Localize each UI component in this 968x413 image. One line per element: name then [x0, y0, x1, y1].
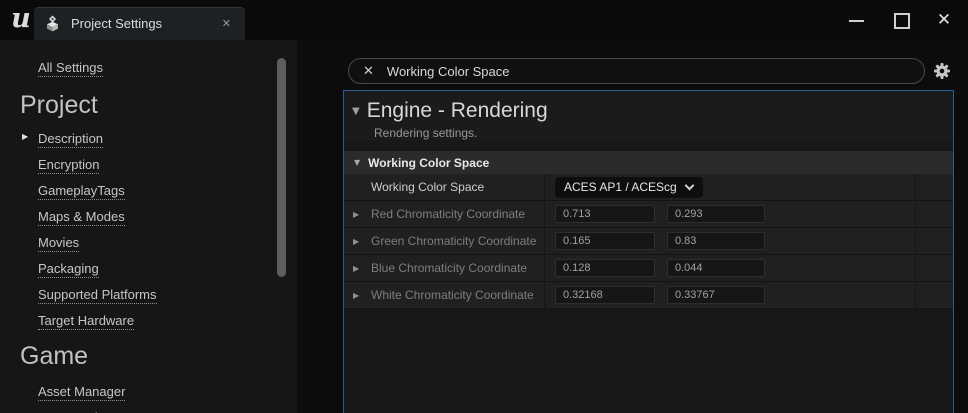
settings-gear-icon[interactable] — [933, 62, 951, 80]
expander-icon[interactable]: ▶ — [353, 237, 363, 246]
property-label: White Chromaticity Coordinate — [371, 288, 534, 302]
dropdown-selected-value: ACES AP1 / ACEScg — [564, 180, 677, 194]
sidebar-scrollbar[interactable] — [277, 58, 286, 277]
category-label: Working Color Space — [368, 156, 489, 170]
sidebar-item-description[interactable]: Description — [38, 131, 103, 148]
settings-group-header: ▼ Engine - Rendering Rendering settings. — [344, 91, 953, 140]
sidebar-item-packaging[interactable]: Packaging — [38, 261, 99, 278]
white-y-field[interactable] — [667, 286, 765, 304]
tab-close-icon[interactable]: ✕ — [218, 15, 235, 32]
sidebar-item-all-settings[interactable]: All Settings — [38, 60, 103, 77]
maximize-button[interactable] — [880, 0, 920, 40]
working-color-space-dropdown[interactable]: ACES AP1 / ACEScg — [555, 177, 703, 198]
expander-icon[interactable]: ▶ — [353, 210, 363, 219]
search-input[interactable] — [387, 64, 914, 79]
tab-project-settings[interactable]: Project Settings ✕ — [34, 7, 245, 40]
chevron-down-icon — [684, 180, 694, 190]
group-subtitle: Rendering settings. — [374, 126, 943, 140]
category-working-color-space[interactable]: ▼ Working Color Space — [344, 150, 953, 174]
selected-item-arrow-icon: ▶ — [22, 129, 28, 145]
row-end-spacer — [915, 174, 953, 200]
group-title: Engine - Rendering — [367, 99, 548, 123]
expander-icon[interactable]: ▶ — [353, 291, 363, 300]
sidebar-item-gameplaytags[interactable]: GameplayTags — [38, 183, 125, 200]
blue-y-field[interactable] — [667, 259, 765, 277]
close-icon: ✕ — [924, 0, 964, 40]
clear-search-icon[interactable]: ✕ — [363, 64, 374, 79]
settings-panel: ▼ Engine - Rendering Rendering settings.… — [343, 90, 954, 413]
row-end-spacer — [915, 255, 953, 281]
sidebar-item-encryption[interactable]: Encryption — [38, 157, 99, 174]
project-settings-window: u Project Settings ✕ ✕ All Settings — [0, 0, 968, 413]
minimize-button[interactable] — [836, 0, 876, 40]
close-button[interactable]: ✕ — [924, 0, 964, 40]
sidebar-item-maps-modes[interactable]: Maps & Modes — [38, 209, 125, 226]
titlebar: u Project Settings ✕ ✕ — [0, 0, 968, 40]
settings-sidebar: All Settings Project ▶ Description Encry… — [0, 40, 297, 413]
property-row-blue-chromaticity: ▶ Blue Chromaticity Coordinate — [344, 255, 953, 282]
sidebar-item-supported-platforms[interactable]: Supported Platforms — [38, 287, 157, 304]
row-end-spacer — [915, 201, 953, 227]
category-collapse-caret-icon[interactable]: ▼ — [354, 158, 360, 167]
property-row-green-chromaticity: ▶ Green Chromaticity Coordinate — [344, 228, 953, 255]
blue-x-field[interactable] — [555, 259, 655, 277]
row-end-spacer — [915, 228, 953, 254]
unreal-engine-logo-icon: u — [7, 2, 35, 36]
red-x-field[interactable] — [555, 205, 655, 223]
property-row-working-color-space: Working Color Space ACES AP1 / ACEScg — [344, 174, 953, 201]
property-label: Working Color Space — [371, 180, 484, 194]
white-x-field[interactable] — [555, 286, 655, 304]
property-label: Red Chromaticity Coordinate — [371, 207, 525, 221]
red-y-field[interactable] — [667, 205, 765, 223]
property-row-red-chromaticity: ▶ Red Chromaticity Coordinate — [344, 201, 953, 228]
property-label: Blue Chromaticity Coordinate — [371, 261, 527, 275]
group-collapse-caret-icon[interactable]: ▼ — [352, 106, 360, 117]
project-settings-icon — [44, 15, 61, 32]
expander-icon[interactable]: ▶ — [353, 264, 363, 273]
green-x-field[interactable] — [555, 232, 655, 250]
green-y-field[interactable] — [667, 232, 765, 250]
window-controls: ✕ — [818, 0, 968, 40]
sidebar-item-asset-manager[interactable]: Asset Manager — [38, 384, 125, 401]
property-label: Green Chromaticity Coordinate — [371, 234, 536, 248]
sidebar-item-target-hardware[interactable]: Target Hardware — [38, 313, 134, 330]
tab-label: Project Settings — [71, 16, 218, 31]
sidebar-section-project: Project — [20, 90, 98, 120]
row-end-spacer — [915, 282, 953, 308]
sidebar-item-movies[interactable]: Movies — [38, 235, 79, 252]
sidebar-section-game: Game — [20, 341, 88, 371]
property-row-white-chromaticity: ▶ White Chromaticity Coordinate — [344, 282, 953, 309]
settings-search-bar[interactable]: ✕ — [348, 58, 925, 84]
